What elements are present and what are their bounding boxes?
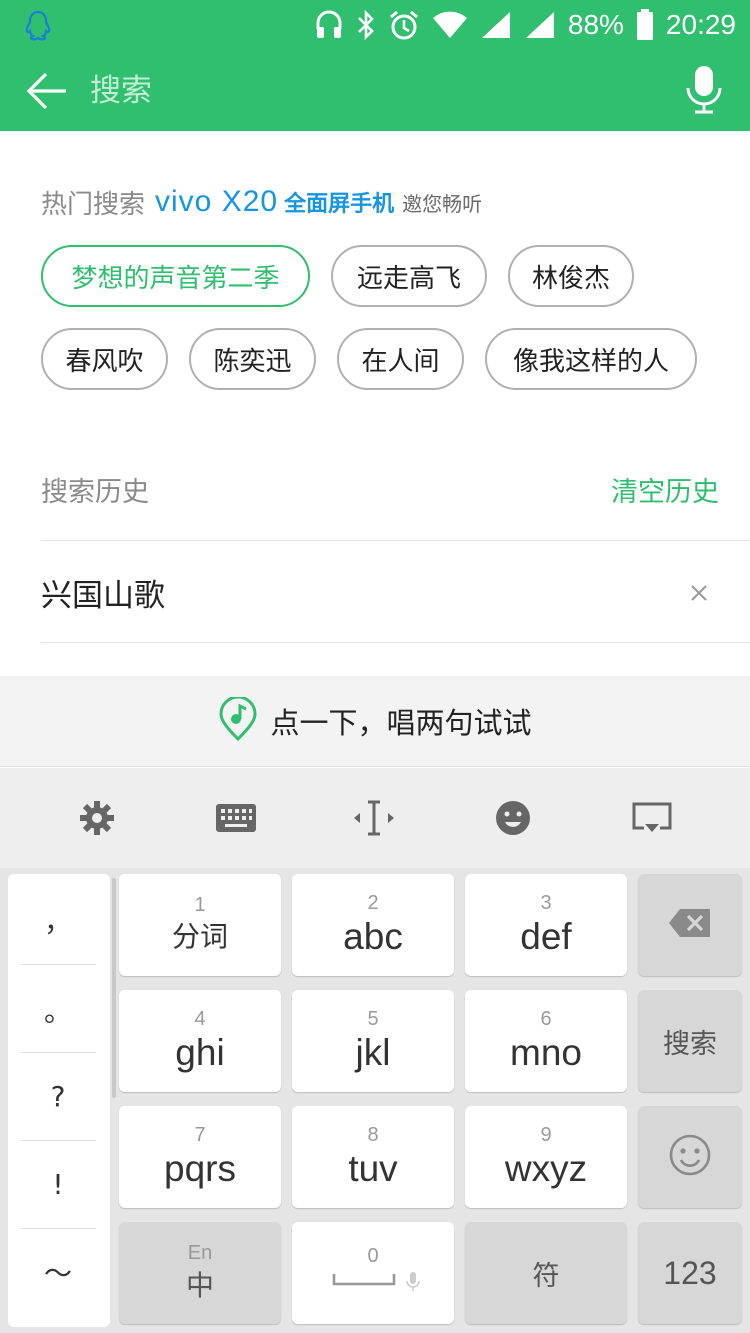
key-label: 123 <box>663 1254 717 1291</box>
search-key-button[interactable]: 搜索 <box>638 990 742 1092</box>
battery-percent: 88% <box>567 9 624 40</box>
key-number: 8 <box>367 1124 379 1146</box>
emoji-key-button[interactable] <box>638 1106 742 1208</box>
hot-search-header: 热门搜索 vivo X20 全面屏手机 邀您畅听 <box>41 182 482 222</box>
music-pin-icon <box>218 695 258 745</box>
punctuation-key[interactable]: ! <box>20 1140 96 1228</box>
history-item[interactable]: 兴国山歌 <box>41 570 165 615</box>
key-number: 3 <box>540 892 552 914</box>
space-key-button[interactable]: 0 <box>292 1222 454 1324</box>
key-number: 1 <box>194 894 206 916</box>
key-8[interactable]: 8 tuv <box>292 1106 454 1208</box>
settings-gear-icon[interactable] <box>75 798 119 838</box>
key-number: 7 <box>194 1124 206 1146</box>
key-number: 0 <box>367 1245 379 1267</box>
battery-icon <box>636 9 654 41</box>
hot-search-chip[interactable]: 梦想的声音第二季 <box>41 245 310 307</box>
bluetooth-icon <box>356 9 376 41</box>
key-number: 5 <box>367 1008 379 1030</box>
key-number: En <box>187 1242 213 1264</box>
cursor-move-icon[interactable] <box>352 798 396 838</box>
hide-keyboard-icon[interactable] <box>630 798 674 838</box>
punctuation-key[interactable]: 。 <box>20 966 96 1054</box>
clear-history-button[interactable]: 清空历史 <box>611 470 719 509</box>
hot-search-title: 热门搜索 <box>41 189 146 220</box>
symbol-key-button[interactable]: 符 <box>465 1222 627 1324</box>
smiley-icon <box>668 1133 712 1181</box>
keyboard-toolbar <box>0 768 750 868</box>
alarm-icon <box>388 9 420 41</box>
numeric-key-button[interactable]: 123 <box>638 1222 742 1324</box>
key-label: jkl <box>355 1032 391 1073</box>
sponsor-tagline[interactable]: 全面屏手机 <box>284 186 394 218</box>
key-label: pqrs <box>164 1148 236 1189</box>
microphone-icon[interactable] <box>684 64 728 120</box>
signal-2-icon <box>524 10 556 40</box>
key-3[interactable]: 3 def <box>465 874 627 976</box>
hot-search-chip[interactable]: 林俊杰 <box>508 245 634 307</box>
sponsor-invite: 邀您畅听 <box>402 191 483 216</box>
key-number: 2 <box>367 892 379 914</box>
hot-search-chip[interactable]: 陈奕迅 <box>189 328 316 390</box>
language-switch-button[interactable]: En 中 <box>119 1222 281 1324</box>
search-input[interactable] <box>90 66 650 116</box>
keyboard-keys-area: ， 。 ? ! ～ 1 分词 2 abc 3 def 4 ghi 5 jkl 6… <box>0 868 750 1333</box>
keyboard-icon[interactable] <box>214 798 258 838</box>
punctuation-column: ， 。 ? ! ～ <box>8 874 116 1327</box>
wifi-icon <box>432 10 468 40</box>
qq-icon <box>22 9 54 47</box>
hot-search-chip[interactable]: 远走高飞 <box>331 245 487 307</box>
key-2[interactable]: 2 abc <box>292 874 454 976</box>
divider <box>41 642 750 643</box>
search-header <box>0 50 750 131</box>
divider <box>41 540 750 541</box>
hot-search-chip[interactable]: 春风吹 <box>41 328 168 390</box>
key-label: abc <box>343 916 403 957</box>
key-label: mno <box>510 1032 582 1073</box>
key-label: wxyz <box>504 1148 588 1189</box>
signal-icon <box>480 10 512 40</box>
emoji-icon[interactable] <box>491 798 535 838</box>
backspace-icon <box>668 907 712 943</box>
sing-prompt: 点一下，唱两句试试 <box>270 706 532 740</box>
search-history-title: 搜索历史 <box>41 477 149 508</box>
key-number: 6 <box>540 1008 552 1030</box>
hot-search-chip[interactable]: 在人间 <box>337 328 464 390</box>
key-label: 分词 <box>171 920 228 953</box>
backspace-button[interactable] <box>638 874 742 976</box>
key-label: ghi <box>175 1032 225 1073</box>
key-9[interactable]: 9 wxyz <box>465 1106 627 1208</box>
key-1[interactable]: 1 分词 <box>119 874 281 976</box>
key-label: 搜索 <box>663 1028 717 1060</box>
key-number: 4 <box>194 1008 206 1030</box>
key-7[interactable]: 7 pqrs <box>119 1106 281 1208</box>
key-label: def <box>520 916 572 957</box>
key-label: 中 <box>185 1269 214 1302</box>
sponsor-logo[interactable]: vivo X20 <box>155 185 278 219</box>
headphone-icon <box>314 9 344 41</box>
key-number: 9 <box>540 1124 552 1146</box>
space-bar-icon <box>318 1268 428 1302</box>
key-6[interactable]: 6 mno <box>465 990 627 1092</box>
sing-search-bar[interactable]: 点一下，唱两句试试 <box>0 676 750 767</box>
back-arrow-icon[interactable] <box>24 68 74 114</box>
punctuation-key[interactable]: ， <box>20 876 96 964</box>
close-icon[interactable] <box>686 580 712 606</box>
scrollbar[interactable] <box>112 878 116 1098</box>
punctuation-key[interactable]: ～ <box>20 1228 96 1316</box>
punctuation-key[interactable]: ? <box>20 1052 96 1140</box>
key-4[interactable]: 4 ghi <box>119 990 281 1092</box>
key-label: 符 <box>532 1260 560 1292</box>
hot-search-chip[interactable]: 像我这样的人 <box>485 328 697 390</box>
key-5[interactable]: 5 jkl <box>292 990 454 1092</box>
key-label: tuv <box>348 1148 398 1189</box>
clock-time: 20:29 <box>665 9 736 40</box>
status-bar: 88% 20:29 <box>0 0 750 50</box>
divider <box>20 964 96 965</box>
